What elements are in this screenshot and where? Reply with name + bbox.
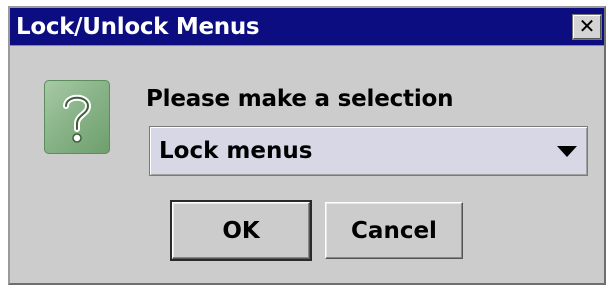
close-button[interactable]: ✕	[572, 14, 602, 40]
lock-unlock-dialog: Lock/Unlock Menus ✕ Please make a select…	[8, 6, 606, 285]
selection-prompt-label: Please make a selection	[146, 86, 454, 112]
cancel-button[interactable]: Cancel	[325, 202, 463, 259]
lock-option-dropdown[interactable]: Lock menus	[149, 126, 588, 176]
dropdown-arrow-icon[interactable]	[557, 146, 577, 157]
dialog-title: Lock/Unlock Menus	[16, 14, 260, 40]
ok-button[interactable]: OK	[170, 200, 312, 261]
question-mark-icon	[44, 80, 110, 154]
title-bar[interactable]: Lock/Unlock Menus ✕	[10, 8, 604, 46]
dropdown-selected-value: Lock menus	[159, 138, 313, 164]
close-icon: ✕	[578, 14, 596, 38]
